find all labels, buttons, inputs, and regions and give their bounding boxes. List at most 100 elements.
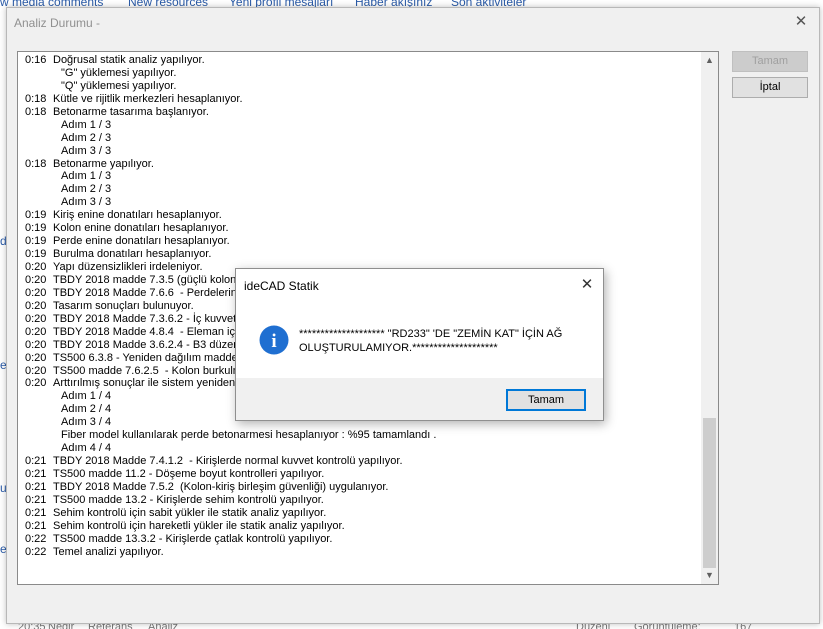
log-text: TS500 madde 13.2 - Kirişlerde sehim kont…	[53, 493, 324, 506]
log-text: Tasarım sonuçları bulunuyor.	[53, 299, 194, 312]
log-text: Temel analizi yapılıyor.	[53, 545, 164, 558]
log-line: 0:21 TS500 madde 11.2 - Döşeme boyut kont…	[25, 468, 705, 481]
log-timestamp: 0:19	[25, 209, 47, 222]
log-line: 0:22 TS500 madde 13.3.2 - Kirişlerde çatl…	[25, 533, 705, 546]
message-box: ideCAD Statik ✕ i ******************** "…	[235, 268, 604, 421]
log-text: Adım 1 / 3	[61, 170, 112, 183]
log-text: TBDY 2018 Madde 7.5.2 (Kolon-kiriş birle…	[53, 480, 389, 493]
log-text: Adım 3 / 4	[61, 416, 112, 429]
log-timestamp: 0:20	[25, 377, 47, 390]
scroll-up-arrow-icon[interactable]: ▲	[701, 52, 718, 69]
log-timestamp: 0:19	[25, 235, 47, 248]
log-line: 0:21 Sehim kontrolü için sabit yükler ile…	[25, 507, 705, 520]
ok-button[interactable]: Tamam	[732, 51, 808, 72]
log-line: "Q" yüklemesi yapılıyor.	[25, 80, 705, 93]
log-text: "G" yüklemesi yapılıyor.	[61, 66, 177, 79]
log-timestamp: 0:22	[25, 545, 47, 558]
cancel-button[interactable]: İptal	[732, 77, 808, 98]
log-text: Burulma donatıları hesaplanıyor.	[53, 248, 212, 261]
log-text: "Q" yüklemesi yapılıyor.	[61, 79, 177, 92]
log-timestamp: 0:19	[25, 222, 47, 235]
log-text: Fiber model kullanılarak perde betonarme…	[61, 429, 437, 442]
log-text: Adım 2 / 3	[61, 183, 112, 196]
log-timestamp: 0:21	[25, 506, 47, 519]
log-timestamp: 0:21	[25, 480, 47, 493]
log-text: TBDY 2018 Madde 4.8.4 - Eleman iç ku	[53, 325, 250, 338]
log-timestamp: 0:20	[25, 312, 47, 325]
log-text: Kütle ve rijitlik merkezleri hesaplanıyo…	[53, 92, 243, 105]
log-text: Arttırılmış sonuçlar ile sistem yeniden …	[53, 377, 245, 390]
log-timestamp: 0:21	[25, 519, 47, 532]
message-box-title: ideCAD Statik	[244, 279, 319, 293]
log-text: TBDY 2018 madde 7.3.5 (güçlü kolon k	[53, 273, 245, 286]
log-text: TS500 6.3.8 - Yeniden dağılım maddesi	[53, 351, 246, 364]
log-line: Fiber model kullanılarak perde betonarme…	[25, 429, 705, 442]
info-icon: i	[259, 325, 289, 355]
log-text: Perde enine donatıları hesaplanıyor.	[53, 235, 230, 248]
log-text: TS500 madde 11.2 - Döşeme boyut kontroll…	[53, 468, 325, 480]
log-line: 0:16 Doğrusal statik analiz yapılıyor.	[25, 54, 705, 67]
log-line: 0:21 TBDY 2018 Madde 7.4.1.2 - Kirişlerde…	[25, 455, 705, 468]
log-line: 0:21 TBDY 2018 Madde 7.5.2 (Kolon-kiriş b…	[25, 481, 705, 494]
log-text: TBDY 2018 Madde 7.6.6 - Perdelerin t	[53, 286, 243, 299]
log-line: 0:18 Betonarme yapılıyor.	[25, 158, 705, 171]
log-text: TBDY 2018 Madde 7.4.1.2 - Kirişlerde nor…	[53, 455, 403, 468]
log-line: Adım 1 / 3	[25, 119, 705, 132]
log-line: Adım 2 / 3	[25, 132, 705, 145]
log-timestamp: 0:20	[25, 325, 47, 338]
log-line: 0:19 Kiriş enine donatıları hesaplanıyor.	[25, 209, 705, 222]
log-text: Adım 1 / 4	[61, 390, 112, 403]
log-timestamp: 0:21	[25, 468, 47, 480]
dialog-title: Analiz Durumu -	[14, 16, 101, 30]
log-line: Adım 3 / 3	[25, 145, 705, 158]
log-timestamp: 0:21	[25, 455, 47, 468]
message-ok-button[interactable]: Tamam	[506, 389, 586, 411]
log-line: 0:21 Sehim kontrolü için hareketli yükler…	[25, 520, 705, 533]
log-text: Adım 4 / 4	[61, 442, 112, 455]
log-timestamp: 0:16	[25, 54, 47, 66]
log-line: 0:19 Perde enine donatıları hesaplanıyor.	[25, 235, 705, 248]
log-text: Sehim kontrolü için hareketli yükler ile…	[53, 519, 345, 532]
log-line: Adım 2 / 3	[25, 183, 705, 196]
scroll-down-arrow-icon[interactable]: ▼	[701, 567, 718, 584]
log-line: 0:19 Burulma donatıları hesaplanıyor.	[25, 248, 705, 261]
log-timestamp: 0:21	[25, 493, 47, 506]
log-text: Kiriş enine donatıları hesaplanıyor.	[53, 209, 222, 222]
log-line: Adım 3 / 3	[25, 196, 705, 209]
log-timestamp: 0:18	[25, 157, 47, 170]
log-timestamp: 0:20	[25, 299, 47, 312]
log-text: TBDY 2018 Madde 7.3.6.2 - İç kuvvet	[53, 312, 237, 325]
log-line: 0:21 TS500 madde 13.2 - Kirişlerde sehim …	[25, 494, 705, 507]
log-line: Adım 4 / 4	[25, 442, 705, 455]
message-box-close-button[interactable]: ✕	[579, 277, 595, 293]
log-timestamp: 0:19	[25, 248, 47, 261]
dialog-close-button[interactable]: ✕	[793, 14, 809, 30]
log-line: 0:18 Betonarme tasarıma başlanıyor.	[25, 106, 705, 119]
log-line: 0:19 Kolon enine donatıları hesaplanıyor.	[25, 222, 705, 235]
log-text: Adım 1 / 3	[61, 118, 112, 131]
info-icon-glyph: i	[271, 331, 276, 352]
log-timestamp: 0:18	[25, 92, 47, 105]
log-timestamp: 0:22	[25, 532, 47, 545]
log-timestamp: 0:20	[25, 338, 47, 351]
log-timestamp: 0:20	[25, 273, 47, 286]
log-timestamp: 0:18	[25, 105, 47, 118]
log-timestamp: 0:20	[25, 286, 47, 299]
log-text: Adım 2 / 3	[61, 131, 112, 144]
log-line: 0:22 Temel analizi yapılıyor.	[25, 546, 705, 559]
log-text: TBDY 2018 Madde 3.6.2.4 - B3 düzens	[53, 338, 245, 351]
log-text: TS500 madde 13.3.2 - Kirişlerde çatlak k…	[53, 532, 333, 545]
log-text: Betonarme tasarıma başlanıyor.	[53, 105, 209, 118]
log-vertical-scrollbar[interactable]: ▲ ▼	[701, 52, 718, 584]
log-text: Sehim kontrolü için sabit yükler ile sta…	[53, 506, 327, 519]
scroll-thumb[interactable]	[703, 418, 716, 568]
log-text: Yapı düzensizlikleri irdeleniyor.	[53, 261, 203, 273]
log-text: Betonarme yapılıyor.	[53, 157, 154, 170]
log-line: "G" yüklemesi yapılıyor.	[25, 67, 705, 80]
log-timestamp: 0:20	[25, 364, 47, 377]
message-box-text: ******************** "RD233" 'DE "ZEMİN …	[299, 328, 563, 354]
log-line: 0:18 Kütle ve rijitlik merkezleri hesapla…	[25, 93, 705, 106]
log-line: Adım 1 / 3	[25, 170, 705, 183]
log-text: TS500 madde 7.6.2.5 - Kolon burkulm	[53, 364, 242, 377]
log-text: Doğrusal statik analiz yapılıyor.	[53, 54, 205, 66]
